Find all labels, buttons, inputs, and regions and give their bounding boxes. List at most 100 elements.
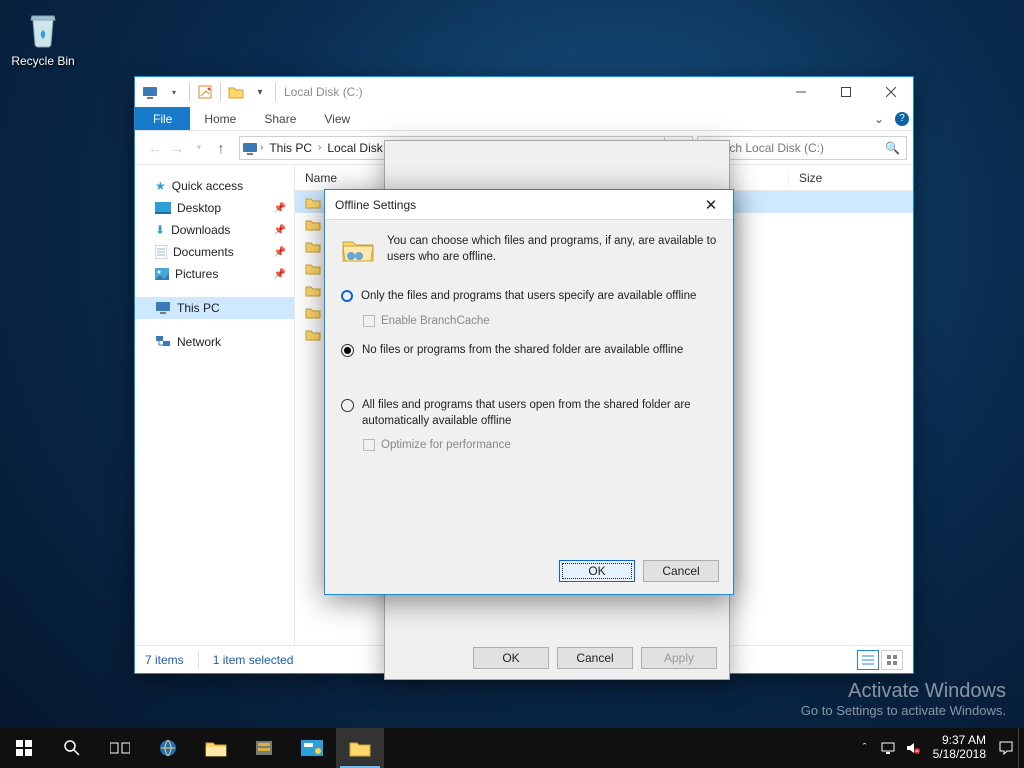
pc-icon[interactable] (139, 81, 161, 103)
drive-icon (242, 140, 258, 156)
taskbar-ie[interactable] (144, 728, 192, 768)
close-button[interactable] (868, 77, 913, 107)
star-icon: ★ (155, 179, 166, 193)
qat-dropdown-icon[interactable]: ▾ (163, 81, 185, 103)
tab-share[interactable]: Share (250, 107, 310, 130)
tray-clock[interactable]: 9:37 AM 5/18/2018 (925, 734, 994, 762)
checkbox-optimize: Optimize for performance (363, 439, 717, 451)
option-all-files[interactable]: All files and programs that users open f… (341, 398, 717, 429)
nav-desktop[interactable]: Desktop 📌 (135, 197, 294, 219)
desktop-icon-label: Recycle Bin (6, 54, 80, 68)
nav-quick-access[interactable]: ★ Quick access (135, 175, 294, 197)
folder-icon[interactable] (225, 81, 247, 103)
offline-settings-dialog: Offline Settings ✕ You can choose which … (324, 189, 734, 595)
breadcrumb-this-pc[interactable]: This PC (265, 141, 316, 155)
tab-view[interactable]: View (310, 107, 364, 130)
document-icon (155, 245, 167, 259)
option-label: All files and programs that users open f… (362, 398, 717, 429)
title-bar: ▾ ▾ Local Disk (C:) (135, 77, 913, 107)
props-cancel-button[interactable]: Cancel (557, 647, 633, 669)
search-icon: 🔍 (885, 141, 900, 155)
status-item-count: 7 items (145, 653, 184, 667)
task-view-button[interactable] (96, 728, 144, 768)
activation-watermark: Activate Windows Go to Settings to activ… (801, 680, 1006, 718)
maximize-button[interactable] (823, 77, 868, 107)
nav-forward-icon[interactable]: → (167, 140, 187, 156)
qat-overflow-icon[interactable]: ▾ (249, 81, 271, 103)
radio-icon (341, 399, 354, 412)
folder-icon (305, 240, 321, 253)
nav-downloads[interactable]: ⬇ Downloads 📌 (135, 219, 294, 241)
option-label: No files or programs from the shared fol… (362, 343, 683, 359)
folder-icon (305, 328, 321, 341)
nav-back-icon[interactable]: ← (145, 140, 165, 156)
option-only-specified[interactable]: Only the files and programs that users s… (341, 289, 717, 305)
dialog-title: Offline Settings (335, 198, 416, 212)
checkbox-label: Enable BranchCache (381, 315, 490, 327)
taskbar-explorer-running[interactable] (336, 728, 384, 768)
tray-overflow-icon[interactable]: ˆ (853, 742, 877, 754)
dialog-close-icon[interactable]: ✕ (699, 196, 723, 214)
view-large-icon[interactable] (881, 650, 903, 670)
radio-icon (341, 344, 354, 357)
recycle-bin-icon (21, 6, 65, 50)
view-details-icon[interactable] (857, 650, 879, 670)
tray-network-icon[interactable] (877, 741, 901, 755)
tab-file[interactable]: File (135, 107, 190, 130)
offline-ok-button[interactable]: OK (559, 560, 635, 582)
action-center-icon[interactable] (994, 740, 1018, 756)
ribbon-expand-icon[interactable]: ⌄ (867, 107, 891, 130)
nav-up-icon[interactable]: ↑ (211, 140, 231, 156)
nav-network[interactable]: Network (135, 331, 294, 353)
dialog-title-bar: Offline Settings ✕ (325, 190, 733, 220)
pictures-icon (155, 268, 169, 280)
dialog-description: You can choose which files and programs,… (387, 234, 717, 265)
desktop-icon (155, 202, 171, 214)
pin-icon: 📌 (274, 269, 286, 280)
chevron-right-icon[interactable]: › (258, 142, 265, 153)
search-button[interactable] (48, 728, 96, 768)
nav-label: Quick access (172, 179, 243, 193)
pc-icon (155, 301, 171, 315)
taskbar: ˆ 9:37 AM 5/18/2018 (0, 728, 1024, 768)
minimize-button[interactable] (778, 77, 823, 107)
props-apply-button[interactable]: Apply (641, 647, 717, 669)
taskbar-explorer[interactable] (192, 728, 240, 768)
nav-label: Downloads (171, 223, 230, 237)
column-size[interactable]: Size (789, 171, 913, 185)
network-icon (155, 335, 171, 349)
tray-volume-icon[interactable] (901, 741, 925, 755)
nav-documents[interactable]: Documents 📌 (135, 241, 294, 263)
folder-icon (305, 284, 321, 297)
props-ok-button[interactable]: OK (473, 647, 549, 669)
show-desktop-button[interactable] (1018, 728, 1024, 768)
nav-this-pc[interactable]: This PC (135, 297, 294, 319)
nav-label: Documents (173, 245, 234, 259)
desktop-icon-recycle-bin[interactable]: Recycle Bin (6, 6, 80, 68)
tab-home[interactable]: Home (190, 107, 250, 130)
ribbon-tabs: File Home Share View ⌄ ? (135, 107, 913, 131)
help-icon[interactable]: ? (891, 107, 913, 130)
taskbar-server-manager[interactable] (240, 728, 288, 768)
checkbox-branchcache: Enable BranchCache (363, 315, 717, 327)
checkbox-icon (363, 315, 375, 327)
option-label: Only the files and programs that users s… (361, 289, 696, 305)
pin-icon: 📌 (274, 203, 286, 214)
taskbar-app[interactable] (288, 728, 336, 768)
window-title: Local Disk (C:) (282, 85, 778, 99)
watermark-line1: Activate Windows (801, 680, 1006, 703)
chevron-right-icon[interactable]: › (316, 142, 323, 153)
offline-cancel-button[interactable]: Cancel (643, 560, 719, 582)
start-button[interactable] (0, 728, 48, 768)
radio-icon (341, 290, 353, 302)
watermark-line2: Go to Settings to activate Windows. (801, 703, 1006, 718)
shared-folder-icon (341, 234, 375, 265)
option-no-files[interactable]: No files or programs from the shared fol… (341, 343, 717, 359)
pin-icon: 📌 (274, 225, 286, 236)
nav-recent-icon[interactable]: ▾ (189, 142, 209, 153)
properties-icon[interactable] (194, 81, 216, 103)
nav-pictures[interactable]: Pictures 📌 (135, 263, 294, 285)
tray-time: 9:37 AM (933, 734, 986, 748)
pin-icon: 📌 (274, 247, 286, 258)
download-icon: ⬇ (155, 223, 165, 237)
